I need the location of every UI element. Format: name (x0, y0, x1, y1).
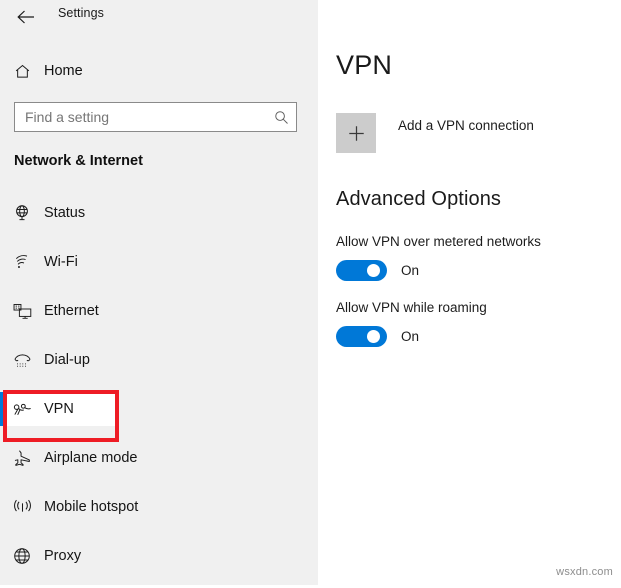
sidebar-item-vpn[interactable]: VPN (0, 392, 119, 426)
toggle-row: On (336, 326, 487, 347)
sidebar-item-label: Dial-up (44, 352, 90, 368)
add-vpn-connection-button[interactable]: Add a VPN connection (336, 113, 534, 153)
sidebar-item-label: Home (44, 63, 83, 79)
watermark: wsxdn.com (556, 566, 613, 578)
sidebar-item-home[interactable]: Home (0, 56, 318, 86)
sidebar-item-label: Airplane mode (44, 450, 138, 466)
toggle-row: On (336, 260, 541, 281)
search-input[interactable] (15, 103, 266, 131)
sidebar-item-dialup[interactable]: Dial-up (0, 343, 318, 377)
toggle-allow-vpn-roaming[interactable] (336, 326, 387, 347)
vpn-key-icon (0, 403, 44, 416)
sidebar-item-label: VPN (44, 401, 74, 417)
selection-indicator (0, 392, 4, 426)
advanced-options-heading: Advanced Options (336, 188, 502, 210)
sidebar-item-wifi[interactable]: Wi-Fi (0, 245, 318, 279)
page-title: VPN (336, 50, 393, 80)
toggle-state-label: On (401, 263, 420, 278)
sidebar-item-label: Mobile hotspot (44, 499, 139, 515)
search-icon[interactable] (266, 110, 296, 125)
plus-icon (336, 113, 376, 153)
setting-allow-vpn-metered: Allow VPN over metered networks On (336, 234, 541, 281)
sidebar-item-label: Wi-Fi (44, 254, 78, 270)
dialup-phone-icon (0, 352, 44, 368)
toggle-knob (367, 264, 380, 277)
sidebar-item-label: Status (44, 205, 86, 221)
add-vpn-connection-label: Add a VPN connection (398, 118, 534, 133)
sidebar-item-mobile-hotspot[interactable]: Mobile hotspot (0, 490, 318, 524)
sidebar-item-ethernet[interactable]: Ethernet (0, 294, 318, 328)
title-bar: Settings (0, 0, 318, 34)
globe-proxy-icon (0, 547, 44, 565)
setting-label: Allow VPN while roaming (336, 300, 487, 315)
toggle-state-label: On (401, 329, 420, 344)
home-icon (0, 63, 44, 80)
sidebar-nav-list: Status Wi-Fi Ethernet Dial-up VPN Airpla… (0, 196, 318, 588)
sidebar-item-status[interactable]: Status (0, 196, 318, 230)
airplane-icon (0, 449, 44, 467)
sidebar-item-airplane-mode[interactable]: Airplane mode (0, 441, 318, 475)
back-arrow-icon[interactable] (12, 4, 40, 30)
toggle-allow-vpn-metered[interactable] (336, 260, 387, 281)
sidebar-item-proxy[interactable]: Proxy (0, 539, 318, 573)
vpn-settings-panel: VPN Add a VPN connection Advanced Option… (318, 0, 621, 585)
sidebar-item-label: Ethernet (44, 303, 99, 319)
setting-allow-vpn-roaming: Allow VPN while roaming On (336, 300, 487, 347)
globe-status-icon (0, 204, 44, 222)
setting-label: Allow VPN over metered networks (336, 234, 541, 249)
settings-sidebar: Settings Home Network & Internet (0, 0, 318, 585)
app-title: Settings (58, 6, 104, 20)
search-box[interactable] (14, 102, 297, 132)
hotspot-icon (0, 499, 44, 516)
toggle-knob (367, 330, 380, 343)
ethernet-icon (0, 303, 44, 320)
sidebar-item-label: Proxy (44, 548, 82, 564)
wifi-icon (0, 254, 44, 270)
section-heading: Network & Internet (14, 153, 143, 169)
